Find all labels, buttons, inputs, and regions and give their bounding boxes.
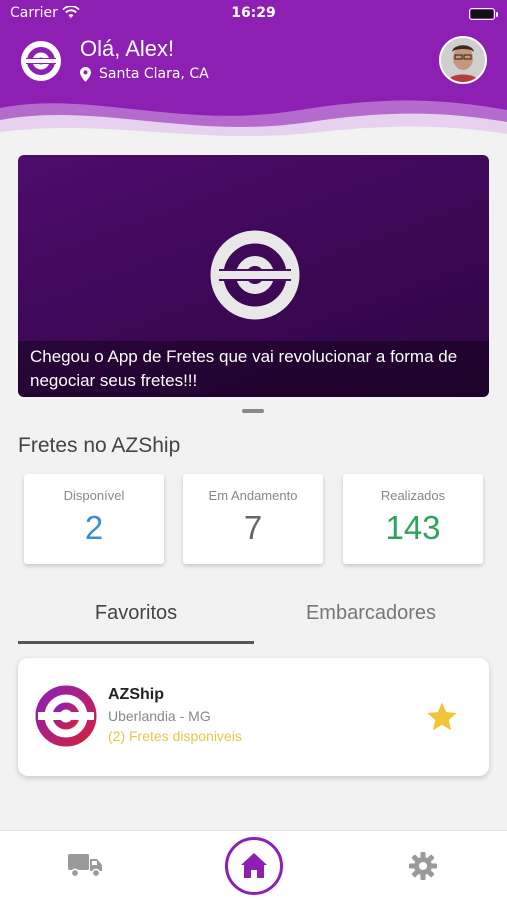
tab-embarcadores[interactable]: Embarcadores <box>253 598 489 644</box>
stat-em-andamento[interactable]: Em Andamento 7 <box>183 474 323 564</box>
stat-value: 2 <box>84 509 104 546</box>
clock: 16:29 <box>231 5 276 21</box>
tab-favoritos[interactable]: Favoritos <box>18 598 254 644</box>
bottom-nav <box>0 830 507 900</box>
stat-label: Realizados <box>380 488 446 503</box>
company-city: Uberlandia - MG <box>108 708 211 724</box>
azship-banner-logo-icon <box>210 230 300 320</box>
company-fretes-count: (2) Fretes disponiveis <box>108 728 242 744</box>
stat-label: Em Andamento <box>208 488 298 503</box>
favorite-card[interactable]: AZShip Uberlandia - MG (2) Fretes dispon… <box>18 658 489 776</box>
stat-value: 143 <box>385 509 441 546</box>
header-wave <box>0 100 507 140</box>
stat-value: 7 <box>243 509 263 546</box>
avatar[interactable] <box>439 36 487 84</box>
stat-disponivel[interactable]: Disponível 2 <box>24 474 164 564</box>
company-name: AZShip <box>108 686 164 703</box>
greeting-text: Olá, Alex! <box>80 36 175 61</box>
banner-caption: Chegou o App de Fretes que vai revolucio… <box>18 341 489 397</box>
home-button[interactable] <box>225 837 283 895</box>
stat-label: Disponível <box>63 488 125 503</box>
azship-logo-icon <box>21 41 61 81</box>
app-header: Carrier 16:29 Olá, Alex! Santa Clara, CA <box>0 0 507 140</box>
promo-banner[interactable]: Chegou o App de Fretes que vai revolucio… <box>18 155 489 397</box>
truck-icon[interactable] <box>68 851 104 879</box>
tab-bar-segment: Favoritos Embarcadores <box>18 598 489 644</box>
location-row: Santa Clara, CA <box>80 66 209 82</box>
location-label: Santa Clara, CA <box>99 66 209 82</box>
section-title: Fretes no AZShip <box>18 434 181 457</box>
gear-icon[interactable] <box>408 851 438 881</box>
star-icon[interactable] <box>425 700 459 734</box>
company-logo-icon <box>35 685 97 747</box>
stats-row: Disponível 2 Em Andamento 7 Realizados 1… <box>24 474 484 566</box>
stat-realizados[interactable]: Realizados 143 <box>343 474 483 564</box>
battery-tip <box>496 12 498 17</box>
battery-icon <box>469 8 495 20</box>
home-icon <box>241 853 267 878</box>
carousel-indicator[interactable] <box>242 409 264 413</box>
location-pin-icon <box>80 66 91 82</box>
user-photo <box>441 38 485 82</box>
status-bar: Carrier 16:29 <box>0 0 507 28</box>
